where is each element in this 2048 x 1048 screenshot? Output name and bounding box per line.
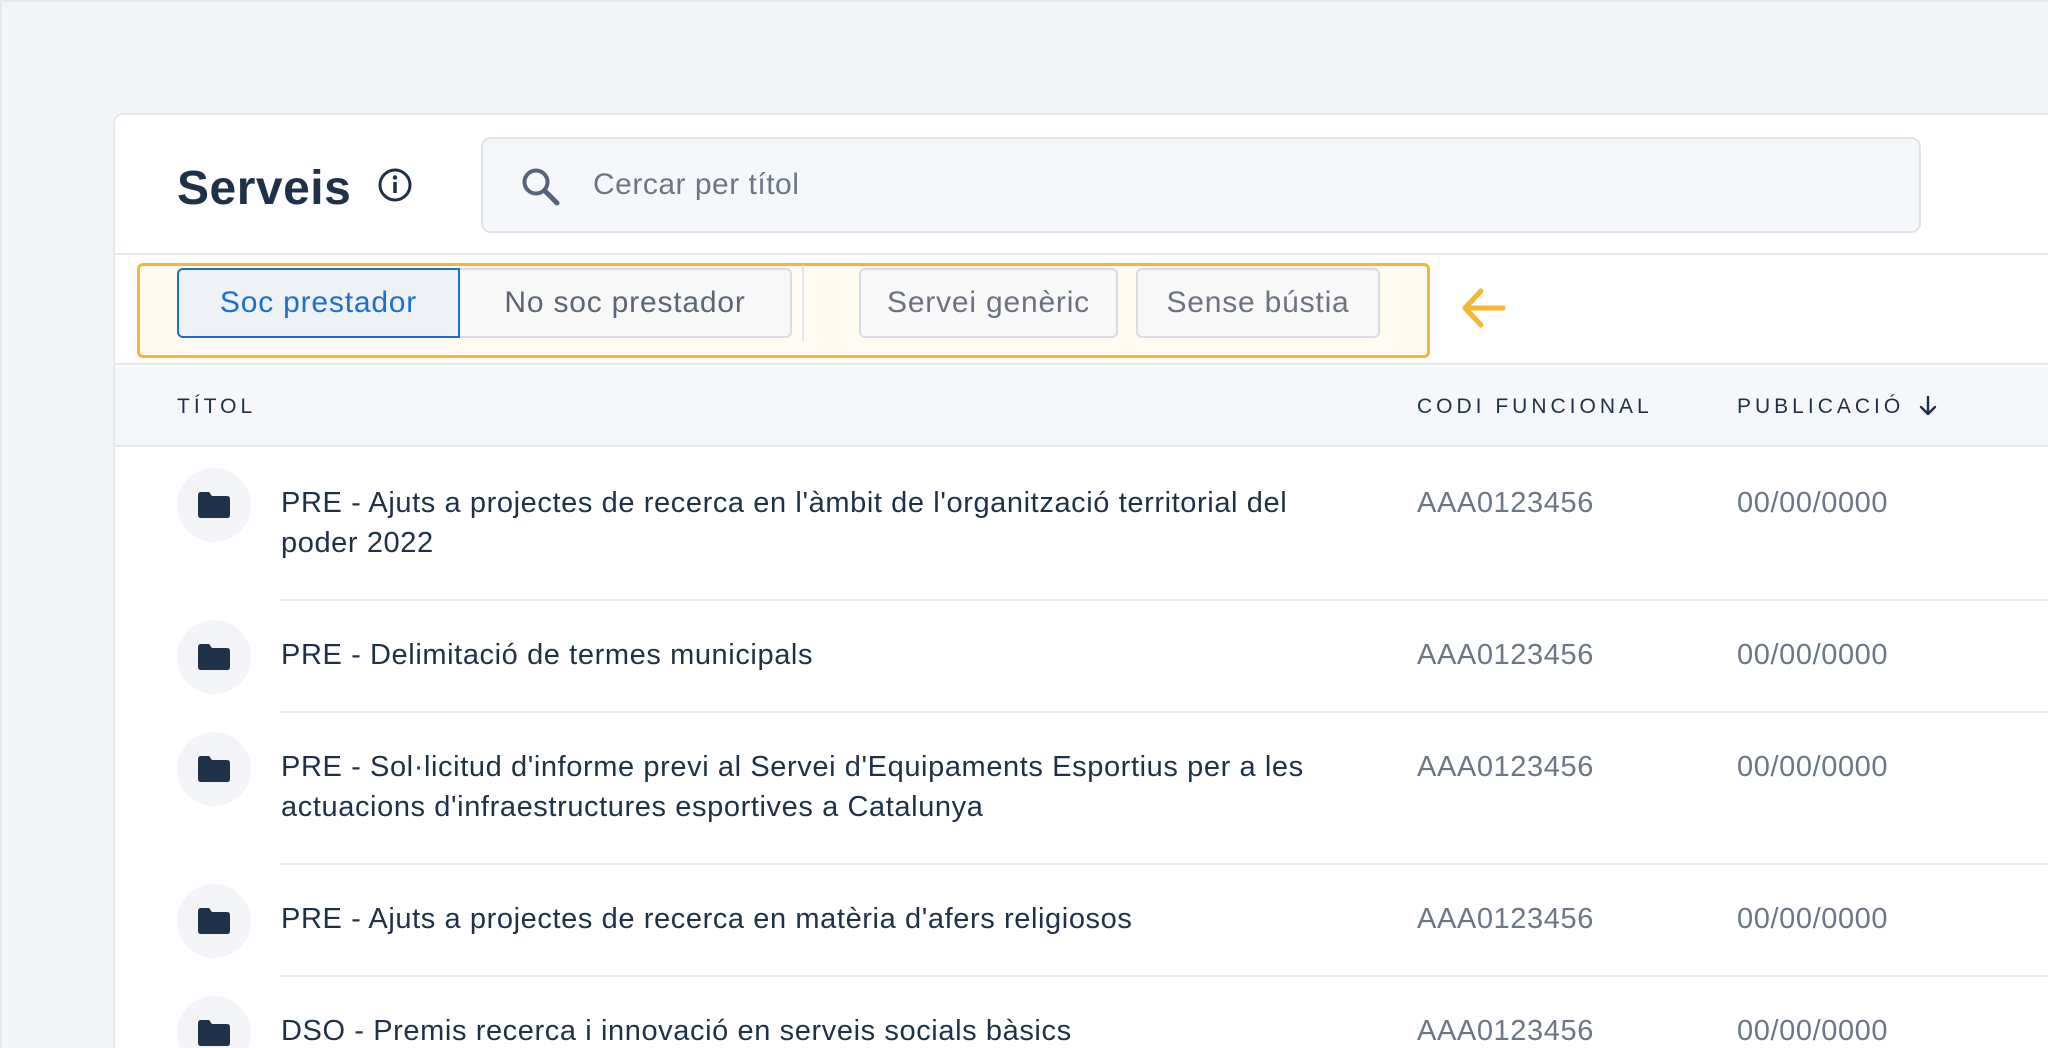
column-header-date[interactable]: PUBLICACIÓ [1737, 395, 1904, 419]
row-date: 00/00/0000 [1737, 487, 1889, 519]
no-soc-prestador-button[interactable]: No soc prestador [460, 268, 792, 338]
row-title[interactable]: DSO - Premis recerca i innovació en serv… [281, 1011, 1331, 1048]
filter-divider [802, 265, 804, 341]
row-title[interactable]: PRE - Sol·licitud d'informe previ al Ser… [281, 747, 1331, 827]
arrow-left-icon [1462, 288, 1506, 328]
arrow-down-icon[interactable] [1916, 394, 1940, 418]
row-date: 00/00/0000 [1737, 751, 1889, 783]
folder-icon [177, 996, 251, 1048]
row-title[interactable]: PRE - Ajuts a projectes de recerca en l'… [281, 483, 1331, 563]
row-divider [281, 863, 2048, 865]
column-header-title[interactable]: TÍTOL [177, 395, 256, 419]
folder-icon [177, 468, 251, 542]
row-code: AAA0123456 [1417, 1015, 1594, 1047]
soc-prestador-button[interactable]: Soc prestador [177, 268, 460, 338]
table-header: TÍTOL CODI FUNCIONAL PUBLICACIÓ [115, 367, 2048, 447]
row-code: AAA0123456 [1417, 639, 1594, 671]
info-icon[interactable] [377, 167, 413, 203]
row-code: AAA0123456 [1417, 903, 1594, 935]
header: Serveis [115, 115, 2048, 255]
search-input[interactable] [593, 139, 1893, 231]
folder-icon [177, 884, 251, 958]
filter-bar: Soc prestador No soc prestador Servei ge… [115, 255, 2048, 365]
services-panel: Serveis Soc prestador No soc prestador S… [113, 113, 2048, 1048]
folder-icon [177, 620, 251, 694]
row-title[interactable]: PRE - Delimitació de termes municipals [281, 635, 1331, 675]
search-icon [522, 168, 560, 206]
row-code: AAA0123456 [1417, 487, 1594, 519]
row-date: 00/00/0000 [1737, 1015, 1889, 1047]
folder-icon [177, 732, 251, 806]
row-divider [281, 599, 2048, 601]
row-divider [281, 975, 2048, 977]
sense-bustia-chip[interactable]: Sense bústia [1136, 268, 1380, 338]
row-title[interactable]: PRE - Ajuts a projectes de recerca en ma… [281, 899, 1331, 939]
row-divider [281, 711, 2048, 713]
provider-segmented-control: Soc prestador No soc prestador [177, 268, 792, 338]
page-title: Serveis [177, 162, 352, 215]
row-code: AAA0123456 [1417, 751, 1594, 783]
column-header-code[interactable]: CODI FUNCIONAL [1417, 395, 1653, 419]
servei-generic-chip[interactable]: Servei genèric [859, 268, 1118, 338]
row-date: 00/00/0000 [1737, 639, 1889, 671]
row-date: 00/00/0000 [1737, 903, 1889, 935]
search-box[interactable] [481, 137, 1921, 233]
